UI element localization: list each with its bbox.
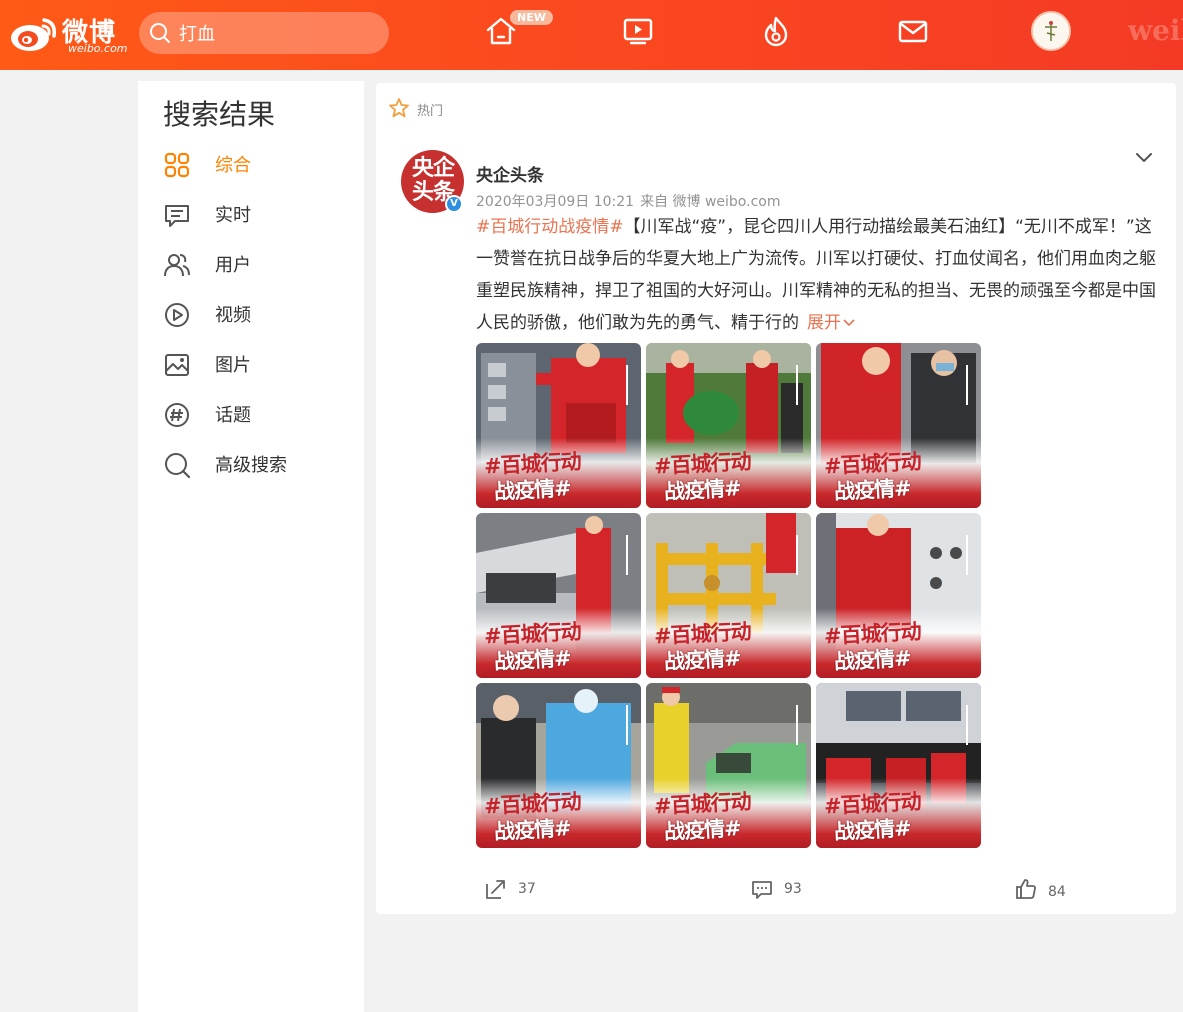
video-icon[interactable] <box>621 14 655 48</box>
play-icon <box>165 303 189 327</box>
post-image[interactable]: #百城行动 战疫情# <box>816 513 981 678</box>
image-caption-line2: 战疫情# <box>663 815 742 844</box>
search-icon <box>150 23 170 43</box>
image-caption-line2: 战疫情# <box>493 645 572 674</box>
message-icon <box>165 205 189 227</box>
weibo-logo[interactable]: 微博 weibo.com <box>10 10 130 56</box>
location-pin-icon <box>966 705 974 745</box>
mail-icon[interactable] <box>896 14 930 48</box>
like-count: 84 <box>1048 884 1066 900</box>
hot-icon[interactable] <box>759 14 793 48</box>
location-pin-icon <box>796 535 804 575</box>
image-icon <box>165 354 189 376</box>
post-image[interactable]: #百城行动 战疫情# <box>646 513 811 678</box>
users-icon <box>164 254 190 277</box>
sidebar-item-images[interactable]: 图片 <box>163 347 343 381</box>
location-pin-icon <box>796 365 804 405</box>
new-badge: NEW <box>510 10 553 25</box>
location-pin-icon <box>626 535 634 575</box>
post-content: #百城行动战疫情#【川军战“疫”，昆仑四川人用行动描绘最美石油红】“无川不成军！… <box>476 211 1158 339</box>
post-image[interactable]: #百城行动 战疫情# <box>476 513 641 678</box>
sidebar-item-label: 视频 <box>215 305 251 326</box>
image-caption-line2: 战疫情# <box>493 815 572 844</box>
post-timestamp[interactable]: 2020年03月09日 10:21 <box>476 194 634 210</box>
sidebar-item-advanced-search[interactable]: 高级搜索 <box>163 447 343 481</box>
weibo-watermark: weib <box>1128 14 1183 47</box>
star-icon <box>389 98 409 118</box>
grid-icon <box>164 152 190 178</box>
post-image[interactable]: #百城行动 战疫情# <box>816 683 981 848</box>
sidebar-item-topics[interactable]: 话题 <box>163 397 343 431</box>
repost-icon <box>486 880 505 899</box>
post-image[interactable]: #百城行动 战疫情# <box>476 683 641 848</box>
sidebar-item-label: 实时 <box>215 205 251 226</box>
location-pin-icon <box>626 705 634 745</box>
post-image[interactable]: #百城行动 战疫情# <box>816 343 981 508</box>
post-card: 热门 央企头条 V 央企头条 2020年03月09日 10:21 来自 微博 we… <box>376 83 1176 914</box>
sidebar-item-users[interactable]: 用户 <box>163 247 343 281</box>
post-meta: 2020年03月09日 10:21 来自 微博 weibo.com <box>476 191 780 211</box>
thumbs-up-icon <box>1016 879 1036 899</box>
user-avatar[interactable] <box>1031 11 1071 51</box>
weibo-logo-icon <box>11 18 57 51</box>
sidebar-item-label: 用户 <box>215 255 251 276</box>
section-label: 热门 <box>417 104 444 119</box>
location-pin-icon <box>966 365 974 405</box>
image-caption-line2: 战疫情# <box>493 475 572 504</box>
post-image[interactable]: #百城行动 战疫情# <box>476 343 641 508</box>
location-pin-icon <box>796 705 804 745</box>
post-image[interactable]: #百城行动 战疫情# <box>646 683 811 848</box>
search-box[interactable] <box>139 12 389 54</box>
sidebar-item-videos[interactable]: 视频 <box>163 297 343 331</box>
comment-count: 93 <box>784 881 802 897</box>
post-image[interactable]: #百城行动 战疫情# <box>646 343 811 508</box>
hashtag-icon <box>165 403 189 427</box>
search-icon <box>165 453 191 479</box>
search-sidebar: 搜索结果 综合 实时 用户 视频 图片 话题 高级搜索 <box>138 81 364 1012</box>
avatar-image-icon <box>1033 13 1069 49</box>
sidebar-item-comprehensive[interactable]: 综合 <box>163 147 343 181</box>
sidebar-item-label: 图片 <box>215 355 251 376</box>
top-bar: 微博 weibo.com NEW weib <box>0 0 1183 70</box>
sidebar-item-realtime[interactable]: 实时 <box>163 197 343 231</box>
location-pin-icon <box>626 365 634 405</box>
sidebar-item-label: 话题 <box>215 405 251 426</box>
author-name[interactable]: 央企头条 <box>476 161 544 186</box>
expand-link[interactable]: 展开 <box>807 313 855 333</box>
image-grid: #百城行动 战疫情# #百城行动 战疫情# #百城行动 战疫情# #百城行动 战… <box>476 343 982 849</box>
image-caption-line2: 战疫情# <box>833 645 912 674</box>
logo-subtext: weibo.com <box>68 42 128 55</box>
sidebar-item-label: 综合 <box>215 155 251 176</box>
image-caption-line2: 战疫情# <box>663 475 742 504</box>
hashtag-link[interactable]: #百城行动战疫情# <box>476 217 624 237</box>
image-caption-line2: 战疫情# <box>833 475 912 504</box>
chevron-down-icon <box>843 319 855 327</box>
repost-count: 37 <box>518 881 536 897</box>
sidebar-item-label: 高级搜索 <box>215 455 287 476</box>
chevron-down-icon[interactable] <box>1132 145 1156 169</box>
search-input[interactable] <box>179 19 379 47</box>
verified-badge-icon: V <box>445 195 463 213</box>
expand-label: 展开 <box>807 313 841 333</box>
image-caption-line2: 战疫情# <box>663 645 742 674</box>
comment-icon <box>752 881 772 899</box>
location-pin-icon <box>966 535 974 575</box>
post-source: 来自 微博 weibo.com <box>640 194 781 210</box>
sidebar-title: 搜索结果 <box>163 98 276 131</box>
image-caption-line2: 战疫情# <box>833 815 912 844</box>
